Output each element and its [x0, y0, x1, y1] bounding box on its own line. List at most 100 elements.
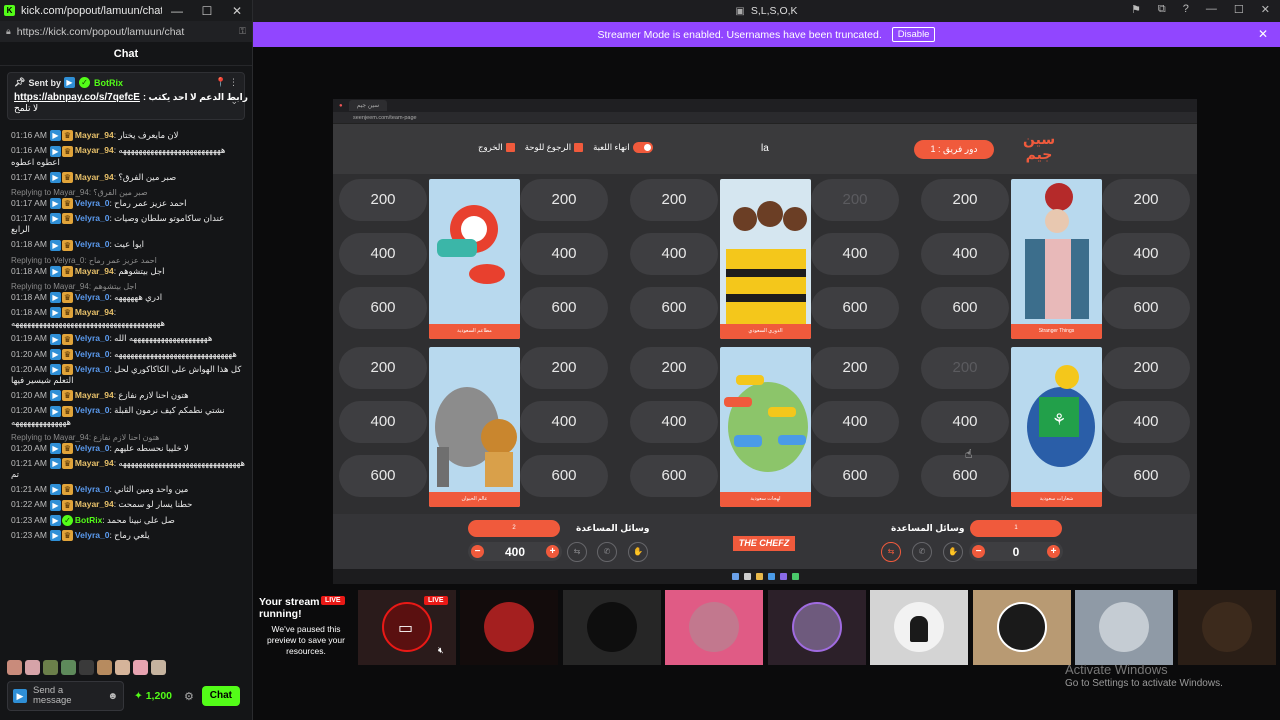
- emoji-icon[interactable]: ☻: [107, 691, 118, 702]
- message-username[interactable]: Velyra_0: [75, 239, 110, 249]
- message-username[interactable]: Velyra_0: [75, 213, 110, 223]
- message-username[interactable]: Mayar_94: [75, 458, 114, 468]
- back-to-board-button[interactable]: الرجوع للوحة: [525, 142, 584, 153]
- close-icon[interactable]: ✕: [1258, 27, 1268, 41]
- question-value-button[interactable]: 600: [339, 287, 427, 329]
- channel-points[interactable]: ✦ 1,200: [134, 690, 172, 702]
- question-value-button[interactable]: 200: [1102, 179, 1190, 221]
- question-value-button[interactable]: 400: [921, 233, 1009, 275]
- stream-thumbnail[interactable]: LIVE ▭ 🔇︎: [358, 590, 456, 665]
- mute-icon[interactable]: 🔇︎: [438, 645, 444, 656]
- chat-message[interactable]: 01:16 AM ▶ ♛ Mayar_94: هههههههههههههههههههه…: [11, 145, 245, 167]
- chat-message[interactable]: 01:20 AM ▶ ♛ Velyra_0: كل هذا الهواش على ال…: [11, 364, 245, 386]
- message-username[interactable]: Mayar_94: [75, 307, 114, 317]
- stream-thumbnail[interactable]: [973, 590, 1071, 665]
- chat-message[interactable]: 01:22 AM ▶ ♛ Mayar_94: حطنا يسار لو سمحت: [11, 499, 245, 511]
- chat-message[interactable]: Replying to Mayar_94: اجل بيتشوهم 01:18 A…: [11, 281, 245, 303]
- question-value-button[interactable]: 600: [921, 287, 1009, 329]
- emote-icon[interactable]: [25, 660, 40, 675]
- question-value-button[interactable]: 400: [1102, 401, 1190, 443]
- phone-aid-icon[interactable]: ✆: [912, 542, 932, 562]
- message-username[interactable]: Velyra_0: [75, 405, 110, 415]
- stream-thumbnail[interactable]: [1075, 590, 1173, 665]
- end-game-button[interactable]: انهاء اللعبة: [593, 142, 653, 153]
- question-value-button[interactable]: 400: [339, 233, 427, 275]
- plus-button[interactable]: +: [546, 545, 559, 558]
- minimize-button[interactable]: —: [162, 4, 192, 18]
- chevron-down-icon[interactable]: ⌄: [230, 96, 238, 107]
- chat-message[interactable]: 01:18 AM ▶ ♛ Mayar_94: هههههههههههههههههههه…: [11, 307, 245, 329]
- stream-thumbnail[interactable]: [768, 590, 866, 665]
- question-value-button[interactable]: 200: [520, 179, 608, 221]
- flag-icon[interactable]: ⚑: [1131, 3, 1141, 16]
- close-button[interactable]: ✕: [222, 4, 252, 18]
- question-value-button[interactable]: 200: [520, 347, 608, 389]
- question-value-button[interactable]: 400: [811, 401, 899, 443]
- maximize-button[interactable]: ☐: [1234, 3, 1244, 16]
- message-username[interactable]: Mayar_94: [75, 390, 114, 400]
- emote-icon[interactable]: [7, 660, 22, 675]
- question-value-button[interactable]: 200: [921, 179, 1009, 221]
- question-value-button[interactable]: 600: [339, 455, 427, 497]
- pinned-link[interactable]: https://abnpay.co/s/7qefcE: [14, 92, 140, 103]
- question-value-button[interactable]: 600: [520, 287, 608, 329]
- question-value-button[interactable]: 400: [811, 233, 899, 275]
- gear-icon[interactable]: ⚙: [184, 690, 194, 703]
- address-bar[interactable]: 🔒︎ https://kick.com/popout/lamuun/chat ⚿: [0, 21, 252, 42]
- question-value-button[interactable]: 400: [520, 401, 608, 443]
- message-username[interactable]: Mayar_94: [75, 172, 114, 182]
- message-username[interactable]: Velyra_0: [75, 530, 110, 540]
- question-value-button[interactable]: 200: [630, 179, 718, 221]
- message-username[interactable]: Velyra_0: [75, 364, 110, 374]
- message-username[interactable]: Mayar_94: [75, 145, 114, 155]
- question-value-button[interactable]: 600: [811, 287, 899, 329]
- chat-message[interactable]: Replying to Velyra_0: احمد عزيز عمر رماح…: [11, 255, 245, 277]
- maximize-button[interactable]: ☐: [192, 4, 222, 18]
- question-value-button[interactable]: 200: [921, 347, 1009, 389]
- question-value-button[interactable]: 400: [630, 401, 718, 443]
- chat-message[interactable]: 01:16 AM ▶ ♛ Mayar_94: لان مايعرف يختار: [11, 130, 245, 142]
- message-username[interactable]: Velyra_0: [75, 349, 110, 359]
- emote-icon[interactable]: [115, 660, 130, 675]
- chat-message-list[interactable]: 01:16 AM ▶ ♛ Mayar_94: لان مايعرف يختار 01:1…: [0, 130, 253, 652]
- swap-aid-icon[interactable]: ⇆: [881, 542, 901, 562]
- chat-message[interactable]: 01:17 AM ▶ ♛ Velyra_0: عندان ساكاموتو سلطان…: [11, 213, 245, 235]
- question-value-button[interactable]: 600: [1102, 287, 1190, 329]
- chat-message[interactable]: 01:20 AM ▶ ♛ Velyra_0: هههههههههههههههههههه…: [11, 349, 245, 360]
- question-value-button[interactable]: 200: [811, 179, 899, 221]
- question-value-button[interactable]: 600: [630, 287, 718, 329]
- cast-icon[interactable]: ⧉: [1158, 3, 1166, 16]
- chat-message[interactable]: 01:18 AM ▶ ♛ Velyra_0: ايوا عيت: [11, 239, 245, 251]
- chat-message[interactable]: 01:21 AM ▶ ♛ Velyra_0: مين واحد ومين الثاني: [11, 484, 245, 496]
- question-value-button[interactable]: 400: [1102, 233, 1190, 275]
- question-value-button[interactable]: 600: [921, 455, 1009, 497]
- question-value-button[interactable]: 200: [339, 347, 427, 389]
- phone-aid-icon[interactable]: ✆: [597, 542, 617, 562]
- emote-icon[interactable]: [151, 660, 166, 675]
- question-value-button[interactable]: 600: [811, 455, 899, 497]
- emote-icon[interactable]: [43, 660, 58, 675]
- chat-input[interactable]: ▶ Send a message ☻: [7, 681, 124, 711]
- minus-button[interactable]: −: [471, 545, 484, 558]
- chat-message[interactable]: 01:23 AM ▶ ✓ BotRix: صل على نبينا محمد: [11, 515, 245, 526]
- chat-message[interactable]: Replying to Mayar_94: هتون احنا لازم نفا…: [11, 432, 245, 454]
- question-value-button[interactable]: 200: [1102, 347, 1190, 389]
- stream-thumbnail[interactable]: [460, 590, 558, 665]
- pin-options-icon[interactable]: 📍 ⋮: [215, 77, 238, 88]
- pinned-bot-name[interactable]: BotRix: [94, 78, 123, 88]
- emote-icon[interactable]: [61, 660, 76, 675]
- message-username[interactable]: Mayar_94: [75, 499, 114, 509]
- chat-message[interactable]: 01:20 AM ▶ ♛ Mayar_94: هتون احنا لازم نفازع: [11, 390, 245, 402]
- question-value-button[interactable]: 200: [630, 347, 718, 389]
- question-value-button[interactable]: 200: [339, 179, 427, 221]
- minimize-button[interactable]: —: [1206, 3, 1217, 16]
- message-username[interactable]: Velyra_0: [75, 292, 110, 302]
- question-value-button[interactable]: 200: [811, 347, 899, 389]
- chat-message[interactable]: 01:23 AM ▶ ♛ Velyra_0: يلعي رماح: [11, 530, 245, 541]
- minus-button[interactable]: −: [972, 545, 985, 558]
- stream-preview[interactable]: ● سين جيم seenjeem.com/team-page الخروج …: [333, 99, 1197, 584]
- exit-button[interactable]: الخروج: [478, 142, 515, 153]
- help-icon[interactable]: ?: [1183, 3, 1189, 16]
- emote-icon[interactable]: [133, 660, 148, 675]
- chat-message[interactable]: 01:17 AM ▶ ♛ Mayar_94: صبر مين الفرق؟: [11, 172, 245, 183]
